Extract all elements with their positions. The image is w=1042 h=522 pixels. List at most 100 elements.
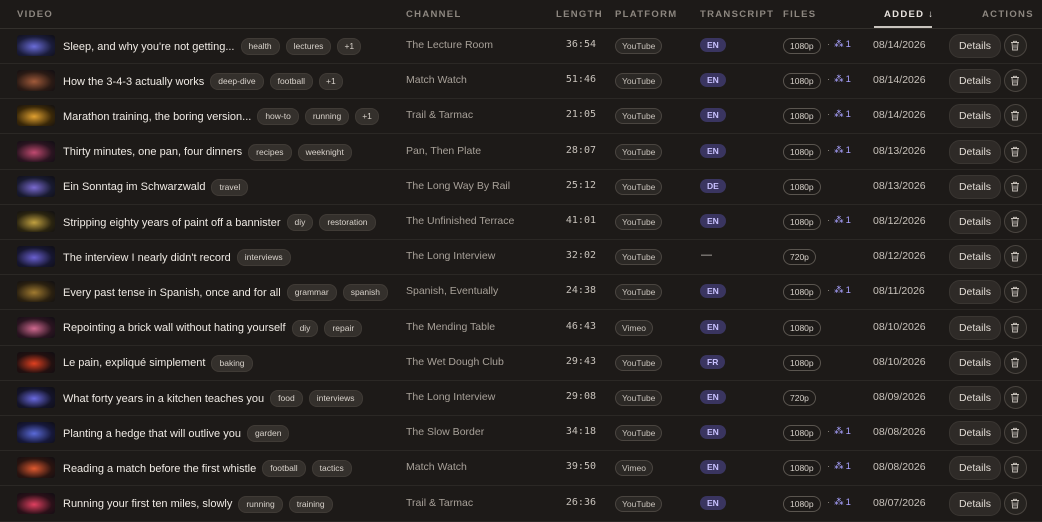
delete-button[interactable]: [1004, 210, 1027, 233]
tag-chip[interactable]: running: [304, 108, 350, 126]
video-title[interactable]: How the 3-4-3 actually works deep-dive foo…: [63, 73, 343, 91]
video-thumbnail[interactable]: [17, 140, 55, 162]
details-button[interactable]: Details: [949, 174, 1001, 199]
video-title[interactable]: Ein Sonntag im Schwarzwald travel: [63, 178, 249, 196]
video-title-text[interactable]: Sleep, and why you're not getting...: [63, 41, 235, 53]
table-row[interactable]: Ein Sonntag im Schwarzwald travel The Long…: [0, 169, 1042, 205]
video-title[interactable]: Running your first ten miles, slowly runn…: [63, 495, 333, 513]
table-row[interactable]: Reading a match before the first whistle…: [0, 450, 1042, 487]
tag-chip[interactable]: food: [270, 390, 303, 407]
video-title[interactable]: Le pain, expliqué simplement baking: [63, 354, 253, 372]
channel-name[interactable]: Match Watch: [406, 74, 467, 86]
channel-name[interactable]: Trail & Tarmac: [406, 497, 473, 509]
details-button[interactable]: Details: [949, 210, 1001, 234]
video-title-text[interactable]: Reading a match before the first whistle: [63, 463, 256, 475]
table-row[interactable]: Thirty minutes, one pan, four dinners rec…: [0, 134, 1042, 170]
details-button[interactable]: Details: [949, 139, 1001, 164]
details-button[interactable]: Details: [949, 34, 1001, 58]
table-row[interactable]: How the 3-4-3 actually works deep-dive foo…: [0, 63, 1042, 100]
delete-button[interactable]: [1004, 386, 1027, 409]
tag-chip[interactable]: deep-dive: [210, 73, 264, 91]
tag-chip[interactable]: grammar: [286, 284, 337, 302]
transcript-language-badge[interactable]: EN: [700, 108, 726, 123]
video-thumbnail[interactable]: [17, 175, 55, 197]
video-title[interactable]: Repointing a brick wall without hating y…: [63, 319, 363, 337]
channel-name[interactable]: The Wet Dough Club: [406, 356, 504, 368]
video-thumbnail[interactable]: [17, 387, 55, 408]
details-button[interactable]: Details: [949, 491, 1001, 516]
channel-name[interactable]: The Long Interview: [406, 391, 495, 403]
tag-chip[interactable]: interviews: [236, 249, 291, 267]
channel-name[interactable]: The Long Way By Rail: [406, 180, 510, 192]
video-title[interactable]: Stripping eighty years of paint off a ba…: [63, 214, 376, 231]
transcript-language-badge[interactable]: EN: [700, 460, 726, 475]
table-row[interactable]: Running your first ten miles, slowly runn…: [0, 486, 1042, 522]
tag-chip[interactable]: restoration: [319, 214, 376, 231]
transcript-language-badge[interactable]: EN: [700, 319, 726, 334]
delete-button[interactable]: [1004, 421, 1027, 445]
transcript-language-badge[interactable]: EN: [700, 214, 726, 228]
more-tags-badge[interactable]: +1: [337, 38, 362, 55]
delete-button[interactable]: [1004, 456, 1027, 480]
details-button[interactable]: Details: [949, 245, 1001, 270]
table-row[interactable]: The interview I nearly didn't record inte…: [0, 239, 1042, 276]
tag-chip[interactable]: diy: [286, 214, 314, 231]
delete-button[interactable]: [1004, 280, 1027, 304]
tag-chip[interactable]: weeknight: [297, 143, 352, 161]
tag-chip[interactable]: football: [269, 73, 313, 91]
tag-chip[interactable]: interviews: [308, 390, 363, 407]
channel-name[interactable]: Pan, Then Plate: [406, 145, 481, 157]
delete-button[interactable]: [1004, 34, 1027, 57]
tag-chip[interactable]: football: [262, 460, 306, 478]
delete-button[interactable]: [1004, 350, 1027, 374]
video-title-text[interactable]: What forty years in a kitchen teaches yo…: [63, 393, 264, 405]
tag-chip[interactable]: lectures: [285, 38, 332, 55]
tag-chip[interactable]: how-to: [257, 108, 299, 126]
video-thumbnail[interactable]: [17, 246, 55, 268]
header-length[interactable]: LENGTH: [556, 9, 603, 20]
tag-chip[interactable]: baking: [211, 354, 253, 372]
details-button[interactable]: Details: [949, 69, 1001, 94]
video-thumbnail[interactable]: [17, 422, 55, 444]
video-thumbnail[interactable]: [17, 351, 55, 373]
tag-chip[interactable]: garden: [246, 425, 290, 443]
header-channel[interactable]: CHANNEL: [406, 9, 462, 20]
table-row[interactable]: Every past tense in Spanish, once and fo…: [0, 274, 1042, 311]
delete-button[interactable]: [1004, 139, 1027, 163]
video-thumbnail[interactable]: [17, 281, 55, 303]
video-title[interactable]: Planting a hedge that will outlive you ga…: [63, 425, 290, 443]
tag-chip[interactable]: running: [238, 495, 283, 513]
transcript-language-badge[interactable]: EN: [700, 425, 726, 440]
video-title-text[interactable]: Thirty minutes, one pan, four dinners: [63, 146, 242, 158]
delete-button[interactable]: [1004, 69, 1027, 93]
transcript-language-badge[interactable]: EN: [700, 73, 726, 88]
video-title[interactable]: Reading a match before the first whistle…: [63, 460, 352, 478]
tag-chip[interactable]: health: [240, 38, 280, 55]
video-title[interactable]: Sleep, and why you're not getting... heal…: [63, 38, 362, 55]
tag-chip[interactable]: spanish: [342, 284, 389, 302]
video-thumbnail[interactable]: [17, 316, 55, 338]
delete-button[interactable]: [1004, 491, 1027, 515]
delete-button[interactable]: [1004, 174, 1027, 198]
video-title[interactable]: The interview I nearly didn't record inte…: [63, 249, 291, 267]
video-thumbnail[interactable]: [17, 492, 55, 514]
video-title-text[interactable]: How the 3-4-3 actually works: [63, 76, 204, 88]
video-title[interactable]: Marathon training, the boring version...…: [63, 108, 379, 126]
channel-name[interactable]: Trail & Tarmac: [406, 109, 473, 121]
table-row[interactable]: Planting a hedge that will outlive you ga…: [0, 415, 1042, 452]
video-title[interactable]: Thirty minutes, one pan, four dinners rec…: [63, 143, 352, 161]
details-button[interactable]: Details: [949, 456, 1001, 481]
tag-chip[interactable]: recipes: [248, 143, 292, 161]
video-thumbnail[interactable]: [17, 457, 55, 479]
transcript-language-badge[interactable]: DE: [700, 178, 726, 193]
channel-name[interactable]: Spanish, Eventually: [406, 285, 498, 297]
details-button[interactable]: Details: [949, 386, 1001, 410]
table-row[interactable]: Le pain, expliqué simplement baking The We…: [0, 345, 1042, 381]
video-title-text[interactable]: Planting a hedge that will outlive you: [63, 428, 241, 440]
channel-name[interactable]: The Unfinished Terrace: [406, 215, 514, 227]
video-thumbnail[interactable]: [17, 70, 55, 92]
details-button[interactable]: Details: [949, 315, 1001, 340]
table-row[interactable]: Repointing a brick wall without hating y…: [0, 310, 1042, 346]
channel-name[interactable]: The Long Interview: [406, 250, 495, 262]
delete-button[interactable]: [1004, 245, 1027, 269]
